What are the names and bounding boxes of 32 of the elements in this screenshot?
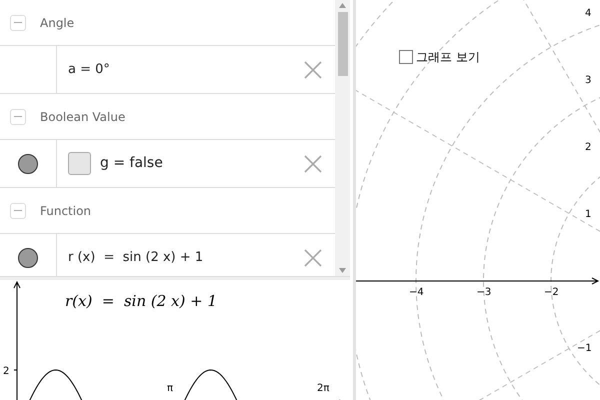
close-icon[interactable] <box>304 154 322 172</box>
visibility-toggle[interactable] <box>18 154 38 174</box>
function-label: r(x) = sin (2 x) + 1 <box>65 291 218 312</box>
axis-label: −1 <box>577 342 592 356</box>
close-icon[interactable] <box>304 60 322 78</box>
axis-label: 2 <box>585 141 592 155</box>
axis-label: −4 <box>409 286 424 300</box>
axis-label: −2 <box>544 286 559 300</box>
axis-label: 4 <box>585 7 592 21</box>
axis-label: 3 <box>585 74 592 88</box>
axis-label: 1 <box>585 208 592 222</box>
checkbox[interactable] <box>399 50 413 64</box>
group-header: Boolean Value <box>40 108 126 126</box>
checkbox[interactable] <box>68 152 91 175</box>
axis-label: π <box>167 382 174 396</box>
collapse-toggle[interactable] <box>10 108 26 124</box>
collapse-toggle[interactable] <box>10 202 26 218</box>
axis-label: 2 <box>3 365 10 379</box>
scroll-up-icon[interactable] <box>339 3 346 8</box>
group-header: Function <box>40 202 92 220</box>
algebra-input[interactable]: r (x) = sin (2 x) + 1 <box>68 248 204 268</box>
axis-label: 2π <box>317 382 330 396</box>
collapse-toggle[interactable] <box>10 14 26 30</box>
checkbox-label: 그래프 보기 <box>416 49 480 66</box>
scrollbar-thumb[interactable] <box>338 12 348 76</box>
visibility-toggle[interactable] <box>18 248 38 268</box>
axis-label: −3 <box>476 286 492 300</box>
scroll-down-icon[interactable] <box>339 268 346 273</box>
group-header: Angle <box>40 14 74 32</box>
algebra-input[interactable]: g = false <box>100 153 163 174</box>
close-icon[interactable] <box>304 248 322 266</box>
algebra-input[interactable]: a = 0° <box>68 60 110 80</box>
